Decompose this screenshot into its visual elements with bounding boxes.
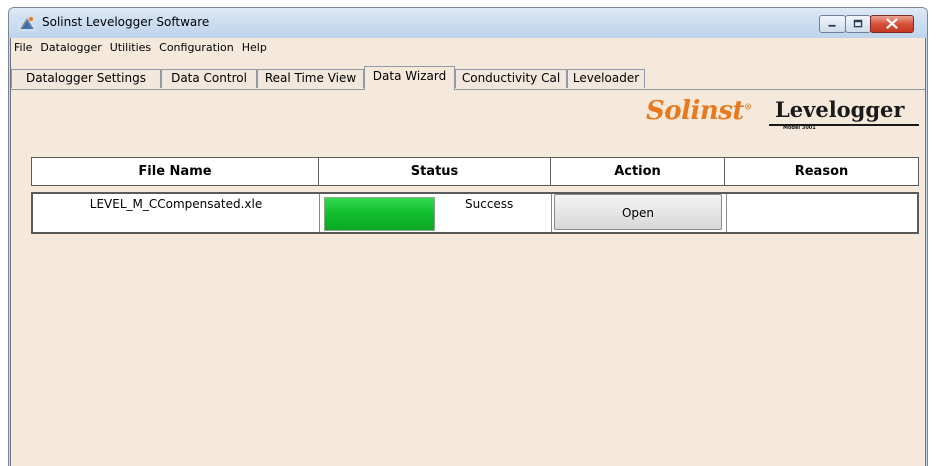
- app-window: Solinst Levelogger Software File Datalogg…: [8, 7, 928, 466]
- menu-help[interactable]: Help: [238, 38, 271, 57]
- menu-bar: File Datalogger Utilities Configuration Help: [11, 38, 925, 58]
- header-file-name[interactable]: File Name: [32, 158, 319, 185]
- solinst-logo-text: Solinst: [646, 96, 744, 126]
- table-row: LEVEL_M_CCompensated.xle Success Open: [31, 192, 919, 234]
- levelogger-model-text: Model 3001: [783, 125, 816, 131]
- tab-data-wizard[interactable]: Data Wizard: [364, 66, 455, 90]
- close-icon: [886, 18, 898, 29]
- menu-datalogger[interactable]: Datalogger: [36, 38, 105, 57]
- menu-configuration[interactable]: Configuration: [155, 38, 238, 57]
- status-text: Success: [465, 197, 514, 211]
- solinst-logo: Solinst®: [646, 96, 752, 126]
- table-header: File Name Status Action Reason: [31, 157, 919, 186]
- levelogger-logo: Levelogger Model 3001: [769, 97, 919, 133]
- tab-strip: Datalogger Settings Data Control Real Ti…: [11, 66, 925, 90]
- client-area: File Datalogger Utilities Configuration Help…: [10, 38, 926, 466]
- tab-leveloader[interactable]: Leveloader: [567, 69, 645, 88]
- tab-conductivity-cal[interactable]: Conductivity Cal: [455, 69, 567, 88]
- app-icon: [18, 15, 36, 31]
- title-bar[interactable]: Solinst Levelogger Software: [9, 8, 927, 38]
- maximize-button[interactable]: [845, 15, 871, 33]
- header-action[interactable]: Action: [551, 158, 725, 185]
- levelogger-logo-text: Levelogger: [775, 97, 905, 122]
- progress-bar: [324, 197, 435, 231]
- menu-utilities[interactable]: Utilities: [106, 38, 155, 57]
- window-title: Solinst Levelogger Software: [42, 15, 210, 29]
- tab-datalogger-settings[interactable]: Datalogger Settings: [11, 69, 161, 88]
- minimize-button[interactable]: [819, 15, 846, 33]
- reason-cell: [727, 194, 917, 232]
- action-cell: Open: [552, 194, 727, 232]
- progress-fill: [325, 198, 434, 230]
- minimize-icon: [828, 24, 836, 27]
- status-cell: Success: [320, 194, 552, 232]
- header-reason[interactable]: Reason: [725, 158, 918, 185]
- header-status[interactable]: Status: [319, 158, 551, 185]
- maximize-icon: [853, 19, 863, 28]
- registered-mark: ®: [743, 101, 752, 112]
- file-name-cell: LEVEL_M_CCompensated.xle: [33, 194, 320, 232]
- close-button[interactable]: [870, 15, 914, 33]
- open-button[interactable]: Open: [554, 194, 722, 230]
- tab-data-control[interactable]: Data Control: [161, 69, 257, 88]
- menu-file[interactable]: File: [11, 38, 36, 57]
- tab-real-time-view[interactable]: Real Time View: [257, 69, 364, 88]
